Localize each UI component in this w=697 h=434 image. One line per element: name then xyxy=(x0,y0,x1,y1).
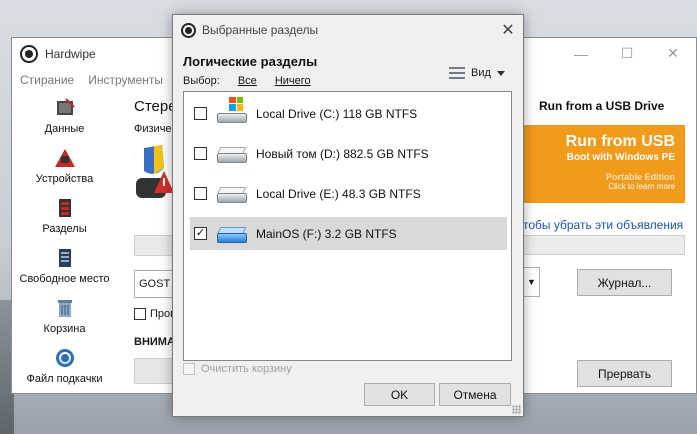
hardwipe-logo-icon xyxy=(20,45,38,63)
view-label: Вид xyxy=(471,67,491,79)
verify-checkbox[interactable] xyxy=(134,308,146,320)
dropdown-arrow[interactable]: ▼ xyxy=(523,267,540,297)
hardwipe-logo-icon xyxy=(181,22,196,38)
pagefile-icon xyxy=(54,347,76,369)
journal-button[interactable]: Журнал... xyxy=(577,269,672,296)
start-button-area[interactable] xyxy=(134,358,177,384)
ok-button[interactable]: OK xyxy=(364,383,435,406)
usb-drive-icon xyxy=(217,225,247,243)
minimize-button[interactable]: — xyxy=(558,38,604,69)
main-window-title: Hardwipe xyxy=(45,47,96,61)
ad-banner[interactable]: Run from USB Boot with Windows PE Portab… xyxy=(521,125,685,203)
devices-icon xyxy=(54,147,76,169)
nav-label-free-space: Свободное место xyxy=(19,273,110,285)
content-subheading: Физичес xyxy=(134,123,178,135)
ad-banner-line3: Portable Edition xyxy=(605,172,675,182)
view-list-icon xyxy=(449,67,465,79)
empty-recycle-bin-label: Очистить корзину xyxy=(201,363,292,375)
nav-item-data[interactable]: Данные xyxy=(12,94,117,144)
data-icon xyxy=(54,97,76,119)
partition-checkbox-e[interactable] xyxy=(194,187,207,200)
menu-item-tools[interactable]: Инструменты xyxy=(88,73,163,87)
select-all-link[interactable]: Все xyxy=(238,75,257,87)
shield-warning-icon xyxy=(134,143,174,208)
system-drive-icon xyxy=(217,96,247,123)
warning-text: ВНИМА xyxy=(134,336,175,348)
nav-item-devices[interactable]: Устройства xyxy=(12,144,117,194)
ad-banner-line2: Boot with Windows PE xyxy=(566,152,675,163)
nav-item-free-space[interactable]: Свободное место xyxy=(12,244,117,294)
selection-label: Выбор: xyxy=(183,75,220,87)
partitions-icon xyxy=(54,197,76,219)
content-heading: Стере xyxy=(134,98,177,115)
free-space-icon xyxy=(54,247,76,269)
drive-icon xyxy=(217,185,247,203)
empty-recycle-bin-row: Очистить корзину xyxy=(183,363,292,375)
partition-row-f[interactable]: ✓ MainOS (F:) 3.2 GB NTFS xyxy=(190,217,507,250)
nav-label-recycle-bin: Корзина xyxy=(43,323,86,335)
close-button[interactable]: ✕ xyxy=(650,38,696,69)
partition-row-c[interactable]: Local Drive (C:) 118 GB NTFS xyxy=(190,96,507,130)
nav-item-recycle-bin[interactable]: Корзина xyxy=(12,294,117,344)
maximize-button[interactable]: ☐ xyxy=(604,38,650,69)
chevron-down-icon xyxy=(496,70,505,76)
wipe-method-select[interactable]: GOST R xyxy=(134,270,177,298)
menu-item-wipe[interactable]: Стирание xyxy=(20,73,74,87)
empty-recycle-bin-checkbox[interactable] xyxy=(183,363,195,375)
nav-item-partitions[interactable]: Разделы xyxy=(12,194,117,244)
partition-label-c: Local Drive (C:) 118 GB NTFS xyxy=(256,106,418,121)
progress-field xyxy=(134,235,177,256)
dialog-title: Выбранные разделы xyxy=(202,23,319,37)
ad-title: Run from a USB Drive xyxy=(539,99,665,113)
partition-checkbox-d[interactable] xyxy=(194,147,207,160)
select-none-link[interactable]: Ничего xyxy=(275,75,311,87)
recycle-bin-icon xyxy=(54,297,76,319)
partition-row-d[interactable]: Новый том (D:) 882.5 GB NTFS xyxy=(190,137,507,170)
partition-label-d: Новый том (D:) 882.5 GB NTFS xyxy=(256,146,429,161)
partition-checkbox-f[interactable]: ✓ xyxy=(194,227,207,240)
resize-grip-icon[interactable] xyxy=(512,405,521,414)
dialog-title-bar: Выбранные разделы xyxy=(173,15,523,45)
dialog-heading: Логические разделы xyxy=(183,54,318,69)
nav-label-pagefile: Файл подкачки xyxy=(26,373,103,385)
dialog-close-icon[interactable]: ✕ xyxy=(493,15,523,45)
status-field xyxy=(523,235,685,255)
partition-label-f: MainOS (F:) 3.2 GB NTFS xyxy=(256,226,397,241)
abort-button[interactable]: Прервать xyxy=(577,360,672,387)
ad-banner-line4: Click to learn more xyxy=(608,182,675,191)
drive-icon xyxy=(217,145,247,163)
remove-ads-link[interactable]: тобы убрать эти объявления xyxy=(523,218,683,232)
partition-checkbox-c[interactable] xyxy=(194,107,207,120)
nav-label-partitions: Разделы xyxy=(42,223,87,235)
window-controls: — ☐ ✕ xyxy=(558,38,696,69)
selection-row: Выбор: Все Ничего xyxy=(183,75,311,87)
selected-partitions-dialog: Выбранные разделы ✕ Логические разделы В… xyxy=(172,14,524,417)
nav-item-pagefile[interactable]: Файл подкачки xyxy=(12,344,117,394)
left-nav: Данные Устройства Разделы Свободное мест… xyxy=(12,94,117,394)
verify-checkbox-row[interactable]: Пров xyxy=(134,308,176,320)
nav-label-data: Данные xyxy=(44,123,85,135)
cancel-button[interactable]: Отмена xyxy=(439,383,511,406)
partition-label-e: Local Drive (E:) 48.3 GB NTFS xyxy=(256,186,421,201)
partitions-list: Local Drive (C:) 118 GB NTFS Новый том (… xyxy=(183,91,512,361)
ad-banner-line1: Run from USB xyxy=(565,133,675,150)
nav-label-devices: Устройства xyxy=(35,173,94,185)
view-dropdown[interactable]: Вид xyxy=(449,67,505,79)
partition-row-e[interactable]: Local Drive (E:) 48.3 GB NTFS xyxy=(190,177,507,210)
